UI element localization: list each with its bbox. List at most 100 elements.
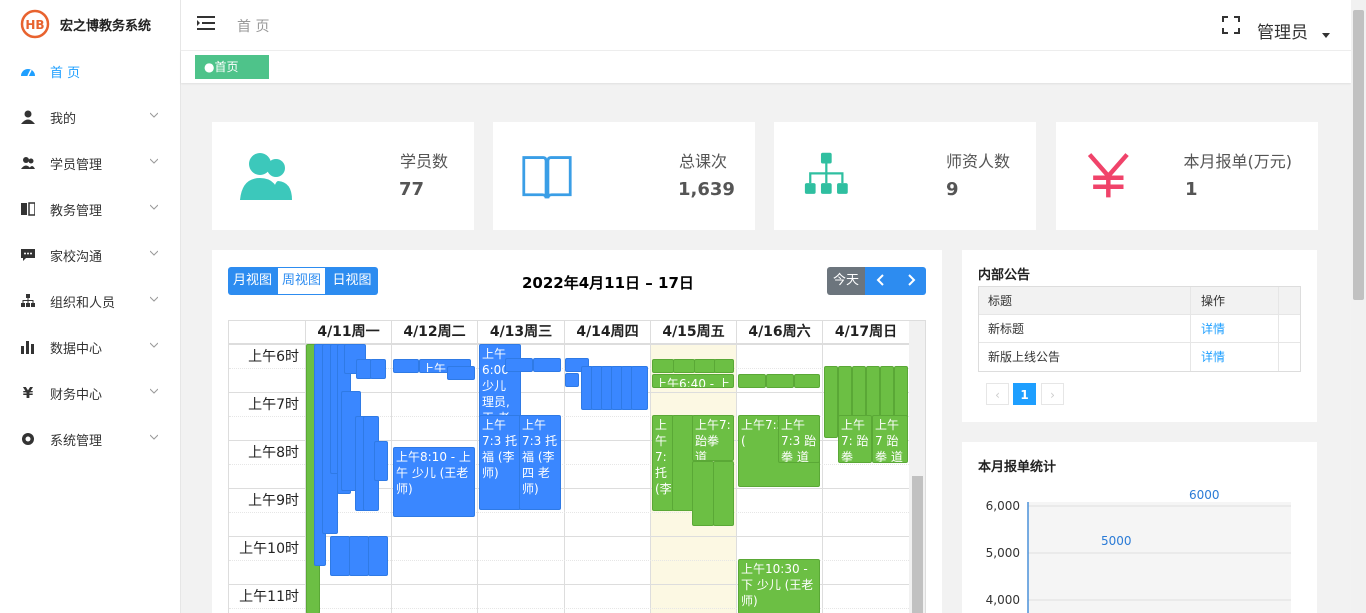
sidebar-item-mine[interactable]: 我的 <box>0 94 180 140</box>
notice-row-title: 新版上线公告 <box>979 343 1191 371</box>
stat-value: 1 <box>1185 179 1198 200</box>
calendar-event[interactable]: 上午10:30 - 下 少儿 (王老 师) <box>738 559 820 613</box>
calendar-event[interactable] <box>738 374 766 388</box>
calendar-event[interactable] <box>838 366 852 418</box>
view-day-button[interactable]: 日视图 <box>326 267 378 295</box>
calendar-event[interactable] <box>368 536 388 576</box>
calendar-event[interactable] <box>533 358 561 372</box>
y-tick-label: 5,000 <box>985 546 1020 560</box>
page-button[interactable]: 1 <box>1013 383 1036 405</box>
calendar-event[interactable] <box>393 359 419 373</box>
breadcrumb[interactable]: 首 页 <box>237 16 269 36</box>
prev-button[interactable] <box>865 267 896 295</box>
stat-label: 本月报单(万元) <box>1183 152 1293 171</box>
calendar-event[interactable] <box>374 441 388 481</box>
notice-detail-link[interactable]: 详情 <box>1191 314 1279 343</box>
open-book-icon <box>522 156 572 199</box>
calendar-event[interactable] <box>866 366 880 418</box>
day-header: 4/17周日 <box>822 321 909 344</box>
calendar-event[interactable]: 上午8:10 - 上午 少儿 (王老师) <box>393 447 475 517</box>
calendar-event[interactable] <box>330 536 350 576</box>
notice-table: 标题 操作 新标题 详情 新版上线公告 详情 <box>978 286 1301 372</box>
table-header: 标题 操作 <box>979 286 1300 315</box>
view-week-button[interactable]: 周视图 <box>277 267 326 295</box>
sidebar-item-label: 教务管理 <box>50 203 103 219</box>
calendar-event[interactable] <box>694 359 716 373</box>
calendar-event[interactable]: 上午7:3 托福 (李四 老师) <box>519 415 561 510</box>
sidebar-item-label: 学员管理 <box>50 157 103 173</box>
calendar-event[interactable] <box>714 359 734 373</box>
chat-icon <box>20 247 36 263</box>
calendar-event[interactable] <box>824 366 838 438</box>
sidebar-item-label: 财务中心 <box>50 387 103 403</box>
chevron-down-icon <box>150 434 158 440</box>
calendar-event[interactable] <box>880 366 894 418</box>
sidebar-item-label: 家校沟通 <box>50 249 103 265</box>
day-header: 4/15周五 <box>650 321 736 344</box>
calendar-event[interactable] <box>672 415 694 511</box>
calendar-event[interactable] <box>370 359 386 379</box>
calendar-event[interactable] <box>447 366 475 380</box>
book-icon <box>20 201 36 217</box>
calendar-event[interactable] <box>673 359 695 373</box>
next-button[interactable] <box>895 267 926 295</box>
calendar-event[interactable] <box>894 366 908 418</box>
calendar-event[interactable] <box>349 536 369 576</box>
calendar-event[interactable]: 上午7 跆拳 道 <box>872 415 908 463</box>
calendar-event[interactable] <box>631 366 648 410</box>
sidebar-item-label: 首 页 <box>50 65 81 81</box>
calendar-event[interactable]: 上午7: 跆拳 道 <box>692 415 734 461</box>
column-divider <box>650 321 651 613</box>
sidebar-item-data[interactable]: 数据中心 <box>0 324 180 370</box>
calendar-event[interactable] <box>565 373 579 387</box>
column-divider <box>736 321 737 613</box>
calendar-event[interactable] <box>852 366 866 418</box>
calendar-event[interactable]: 上午6:40 - 上 <box>652 374 734 388</box>
calendar-event[interactable] <box>713 461 734 526</box>
data-label: 5000 <box>1101 534 1132 548</box>
view-month-button[interactable]: 月视图 <box>228 267 277 295</box>
logo-icon: HB <box>20 9 50 39</box>
sidebar-item-system[interactable]: 系统管理 <box>0 416 180 462</box>
top-bar: 首 页 管理员 <box>181 0 1351 51</box>
today-button[interactable]: 今天 <box>827 267 865 295</box>
caret-down-icon[interactable] <box>1322 33 1330 38</box>
stat-label: 总课次 <box>678 152 727 171</box>
tab-home[interactable]: ●首页 <box>195 55 269 79</box>
calendar-event[interactable] <box>692 461 714 526</box>
time-label: 上午10时 <box>239 541 299 557</box>
day-header: 4/13周三 <box>477 321 564 344</box>
calendar-event[interactable]: 上午7: 跆拳 (黄) <box>838 415 872 463</box>
calendar-scroll-thumb[interactable] <box>912 476 923 613</box>
menu-toggle-icon[interactable] <box>197 15 215 31</box>
calendar-event[interactable] <box>766 374 794 388</box>
stat-card-lessons: 总课次 1,639 <box>493 122 755 230</box>
column-divider <box>391 321 392 613</box>
sidebar-item-academic[interactable]: 教务管理 <box>0 186 180 232</box>
chevron-down-icon <box>150 204 158 210</box>
sidebar-item-students[interactable]: 学员管理 <box>0 140 180 186</box>
day-header: 4/14周四 <box>564 321 650 344</box>
calendar-event[interactable]: 上午7:3 跆拳 道 <box>778 415 820 463</box>
sidebar-item-home[interactable]: 首 页 <box>0 48 180 94</box>
fullscreen-icon[interactable] <box>1222 16 1240 34</box>
calendar-event[interactable] <box>652 359 674 373</box>
users-icon <box>240 153 292 200</box>
next-page-button[interactable]: › <box>1041 383 1064 405</box>
notice-detail-link[interactable]: 详情 <box>1191 343 1279 371</box>
column-header-spacer <box>1279 287 1300 315</box>
stat-card-revenue: 本月报单(万元) 1 <box>1056 122 1318 230</box>
page-scroll-thumb[interactable] <box>1353 10 1364 300</box>
prev-page-button[interactable]: ‹ <box>986 383 1009 405</box>
calendar-event[interactable]: 上午7:3 托福 (李 师) <box>479 415 521 510</box>
calendar-event[interactable]: 上午7: 托 (李 <box>652 415 674 511</box>
sidebar-item-org[interactable]: 组织和人员 <box>0 278 180 324</box>
user-menu[interactable]: 管理员 <box>1257 18 1308 43</box>
chevron-left-icon <box>876 274 884 286</box>
calendar-event[interactable] <box>794 374 820 388</box>
stat-label: 学员数 <box>399 152 448 171</box>
sidebar-item-finance[interactable]: ¥ 财务中心 <box>0 370 180 416</box>
time-label: 上午6时 <box>248 349 299 365</box>
calendar-event[interactable] <box>505 358 533 372</box>
sidebar-item-home-school[interactable]: 家校沟通 <box>0 232 180 278</box>
